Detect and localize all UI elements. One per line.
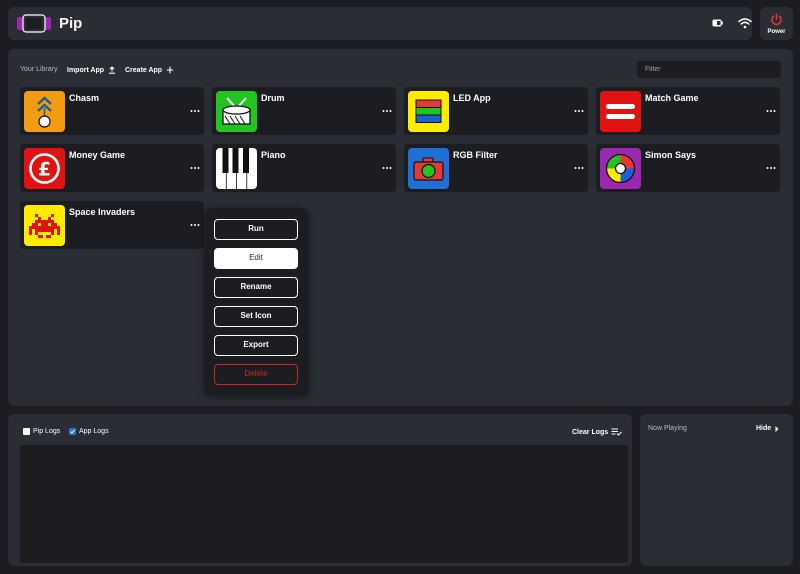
hide-label: Hide bbox=[756, 425, 772, 432]
app-name: Money Game bbox=[69, 150, 126, 160]
log-output[interactable] bbox=[20, 445, 628, 563]
plus-icon bbox=[166, 66, 174, 74]
app-card-simon-says[interactable]: Simon Says bbox=[596, 144, 780, 192]
piano-icon bbox=[216, 148, 257, 189]
simon-icon bbox=[600, 148, 641, 189]
hide-button[interactable]: Hide bbox=[756, 425, 779, 432]
rename-button[interactable]: Rename bbox=[214, 277, 298, 298]
import-app-button[interactable]: Import App bbox=[67, 66, 116, 74]
svg-text:£: £ bbox=[38, 159, 51, 181]
app-card-led-app[interactable]: LED App bbox=[404, 87, 588, 135]
app-card-piano[interactable]: Piano bbox=[212, 144, 396, 192]
pip-logs-toggle[interactable]: Pip Logs bbox=[23, 428, 60, 435]
app-name: Space Invaders bbox=[69, 207, 136, 217]
more-options-icon[interactable] bbox=[190, 109, 200, 113]
library-label: Your Library bbox=[20, 66, 58, 73]
app-name: Chasm bbox=[69, 93, 100, 103]
app-context-menu: Run Edit Rename Set Icon Export Delete bbox=[205, 208, 308, 394]
more-options-icon[interactable] bbox=[190, 166, 200, 170]
top-bar: Pip bbox=[8, 7, 752, 40]
app-name: RGB Filter bbox=[453, 150, 498, 160]
delete-button[interactable]: Delete bbox=[214, 364, 298, 385]
edit-button[interactable]: Edit bbox=[214, 248, 298, 269]
app-card-drum[interactable]: Drum bbox=[212, 87, 396, 135]
app-name: Piano bbox=[261, 150, 286, 160]
app-title: Pip bbox=[59, 15, 83, 32]
power-label: Power bbox=[767, 29, 786, 35]
create-app-label: Create App bbox=[125, 66, 163, 74]
clear-logs-label: Clear Logs bbox=[572, 428, 609, 436]
set-icon-button[interactable]: Set Icon bbox=[214, 306, 298, 327]
app-name: Simon Says bbox=[645, 150, 697, 160]
match-icon bbox=[600, 91, 641, 132]
wifi-icon bbox=[738, 18, 752, 29]
power-icon bbox=[771, 13, 782, 25]
more-options-icon[interactable] bbox=[190, 223, 200, 227]
pound-icon: £ bbox=[24, 148, 65, 189]
more-options-icon[interactable] bbox=[574, 166, 584, 170]
more-options-icon[interactable] bbox=[574, 109, 584, 113]
now-playing-label: Now Playing bbox=[648, 425, 687, 432]
import-app-label: Import App bbox=[67, 66, 105, 74]
app-card-chasm[interactable]: Chasm bbox=[20, 87, 204, 135]
upload-icon bbox=[109, 66, 116, 74]
app-card-space-invaders[interactable]: Space Invaders bbox=[20, 201, 204, 249]
pip-logo-icon bbox=[17, 14, 51, 33]
more-options-icon[interactable] bbox=[766, 109, 776, 113]
app-logs-checkbox[interactable] bbox=[69, 428, 76, 435]
power-button[interactable]: Power bbox=[760, 7, 793, 40]
library-panel: Your Library Import App Create App Chasm bbox=[8, 49, 793, 406]
app-card-money-game[interactable]: £ Money Game bbox=[20, 144, 204, 192]
app-name: Drum bbox=[261, 93, 285, 103]
battery-icon bbox=[712, 19, 723, 27]
chevron-right-icon bbox=[775, 425, 779, 432]
create-app-button[interactable]: Create App bbox=[125, 66, 174, 74]
camera-icon bbox=[408, 148, 449, 189]
led-icon bbox=[408, 91, 449, 132]
pip-logs-checkbox[interactable] bbox=[23, 428, 30, 435]
pip-logs-label: Pip Logs bbox=[33, 428, 61, 435]
app-card-rgb-filter[interactable]: RGB Filter bbox=[404, 144, 588, 192]
clear-list-icon bbox=[611, 428, 623, 436]
run-button[interactable]: Run bbox=[214, 219, 298, 240]
app-name: LED App bbox=[453, 93, 491, 103]
more-options-icon[interactable] bbox=[382, 109, 392, 113]
app-name: Match Game bbox=[645, 93, 699, 103]
clear-logs-button[interactable]: Clear Logs bbox=[572, 428, 623, 436]
app-logs-label: App Logs bbox=[79, 428, 109, 435]
filter-input[interactable] bbox=[637, 61, 781, 78]
more-options-icon[interactable] bbox=[382, 166, 392, 170]
invader-icon bbox=[24, 205, 65, 246]
app-card-match-game[interactable]: Match Game bbox=[596, 87, 780, 135]
export-button[interactable]: Export bbox=[214, 335, 298, 356]
app-logs-toggle[interactable]: App Logs bbox=[69, 428, 109, 435]
drum-icon bbox=[216, 91, 257, 132]
now-playing-panel: Now Playing Hide bbox=[640, 414, 793, 566]
logs-panel: Pip Logs App Logs Clear Logs bbox=[8, 414, 632, 566]
chasm-icon bbox=[24, 91, 65, 132]
more-options-icon[interactable] bbox=[766, 166, 776, 170]
